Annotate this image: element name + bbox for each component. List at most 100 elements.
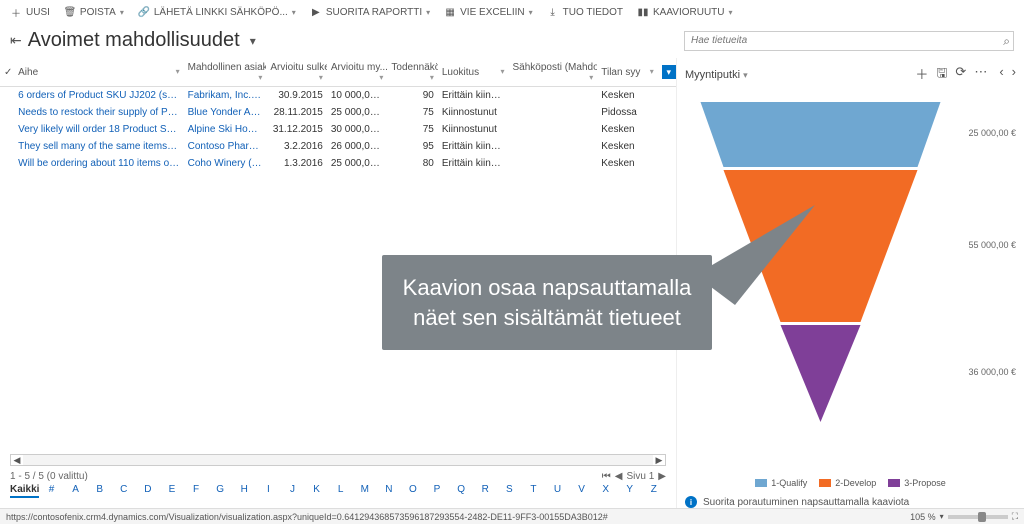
zoom-fit-icon[interactable]: ⛶ [1012,511,1018,522]
alpha-letter[interactable]: O [401,483,425,498]
next-chart-icon[interactable]: › [1012,64,1016,86]
chevron-down-icon: ▾ [120,8,124,17]
row-checkbox[interactable] [0,155,14,172]
cell-topic[interactable]: Very likely will order 18 Product SKU JJ… [14,121,184,138]
cell-topic[interactable]: They sell many of the same items that we… [14,138,184,155]
alpha-letter[interactable]: T [521,483,545,498]
alpha-letter[interactable]: B [88,483,112,498]
alpha-letter[interactable]: F [184,483,208,498]
save-chart-icon[interactable]: 🖫 [936,64,947,86]
zoom-thumb[interactable] [978,512,986,522]
chevron-down-icon[interactable]: ▾ [250,34,256,48]
add-chart-icon[interactable]: ＋ [915,64,928,86]
import-button[interactable]: ⤓ TUO TIEDOT [547,6,623,18]
table-row[interactable]: 6 orders of Product SKU JJ202 (sample)Fa… [0,87,676,105]
row-checkbox[interactable] [0,138,14,155]
legend-item-3[interactable]: 3-Propose [888,478,946,488]
cell-customer[interactable]: Fabrikam, Inc. (sample) [184,87,267,105]
alpha-all[interactable]: Kaikki [10,483,39,498]
chart-legend: 1-Qualify 2-Develop 3-Propose [685,478,1016,488]
view-title[interactable]: Avoimet mahdollisuudet [28,29,240,52]
alpha-letter[interactable]: G [208,483,232,498]
alpha-letter[interactable]: Q [449,483,473,498]
alpha-letter[interactable]: Y [618,483,642,498]
table-row[interactable]: They sell many of the same items that we… [0,138,676,155]
alpha-letter[interactable]: D [136,483,160,498]
table-row[interactable]: Needs to restock their supply of Product… [0,104,676,121]
zoom-slider[interactable] [948,515,1008,519]
table-row[interactable]: Very likely will order 18 Product SKU JJ… [0,121,676,138]
alpha-letter[interactable]: S [497,483,521,498]
chevron-down-icon: ▾ [743,70,748,80]
import-label: TUO TIEDOT [563,7,623,18]
alpha-letter[interactable]: R [473,483,497,498]
horizontal-scrollbar[interactable]: ◀ ▶ [10,454,666,466]
cell-topic[interactable]: Needs to restock their supply of Product… [14,104,184,121]
alpha-letter[interactable]: Z [642,483,666,498]
col-status[interactable]: Tilan syy▾ [597,58,658,87]
scroll-track[interactable] [23,455,653,465]
alpha-letter[interactable]: I [256,483,280,498]
legend-item-1[interactable]: 1-Qualify [755,478,807,488]
prev-page-icon[interactable]: ◀ [615,471,623,482]
row-checkbox[interactable] [0,121,14,138]
alpha-letter[interactable]: M [353,483,377,498]
col-close[interactable]: Arvioitu sulkemis...▾ [266,58,327,87]
email-link-button[interactable]: 🔗 LÄHETÄ LINKKI SÄHKÖPÖ... ▾ [138,6,296,18]
refresh-chart-icon[interactable]: ⟳ [955,64,966,86]
filter-icon[interactable]: ▾ [662,65,676,79]
alpha-letter[interactable]: L [329,483,353,498]
export-excel-button[interactable]: ▦ VIE EXCELIIN ▾ [444,6,532,18]
alpha-letter[interactable]: V [570,483,594,498]
cell-customer[interactable]: Coho Winery (sample) [184,155,267,172]
cell-topic[interactable]: Will be ordering about 110 items of all … [14,155,184,172]
search-input[interactable] [684,31,1014,51]
back-icon[interactable]: ⇤ [10,32,22,49]
scroll-left-icon[interactable]: ◀ [11,455,23,466]
alpha-letter[interactable]: A [64,483,88,498]
cell-customer[interactable]: Contoso Pharmaceuticals (... [184,138,267,155]
funnel-segment-3[interactable] [781,325,861,422]
alpha-letter[interactable]: C [112,483,136,498]
alpha-letter[interactable]: E [160,483,184,498]
row-checkbox[interactable] [0,87,14,105]
chevron-down-icon: ▾ [292,8,296,17]
table-row[interactable]: Will be ordering about 110 items of all … [0,155,676,172]
chart-selector[interactable]: Myyntiputki ▾ [685,69,748,81]
alpha-letter[interactable]: P [425,483,449,498]
cell-topic[interactable]: 6 orders of Product SKU JJ202 (sample) [14,87,184,105]
chart-pane-button[interactable]: ▮▮ KAAVIORUUTU ▾ [637,6,733,18]
alpha-letter[interactable]: K [305,483,329,498]
col-revenue[interactable]: Arvioitu my...▾ [327,58,388,87]
col-topic[interactable]: Aihe▾ [14,58,184,87]
alpha-letter[interactable]: H [232,483,256,498]
new-button[interactable]: ＋ UUSI [10,6,50,18]
col-customer[interactable]: Mahdollinen asiakas▾ [184,58,267,87]
next-page-icon[interactable]: ▶ [658,471,666,482]
search-icon[interactable]: ⌕ [1003,34,1010,49]
more-icon[interactable]: ⋯ [974,64,987,86]
delete-button[interactable]: 🗑 POISTA ▾ [64,6,124,18]
row-checkbox[interactable] [0,104,14,121]
status-url: https://contosofenix.crm4.dynamics.com/V… [6,512,608,522]
legend-item-2[interactable]: 2-Develop [819,478,876,488]
alpha-letter[interactable]: J [280,483,304,498]
cell-customer[interactable]: Alpine Ski House (sample) [184,121,267,138]
first-page-icon[interactable]: ⏮ [602,471,611,482]
chevron-down-icon[interactable]: ▾ [940,512,944,521]
run-report-button[interactable]: ▶ SUORITA RAPORTTI ▾ [310,6,430,18]
col-filter[interactable]: ▾ [658,58,676,87]
cell-customer[interactable]: Blue Yonder Airlines (samp... [184,104,267,121]
select-all-checkbox[interactable]: ✓ [0,58,14,87]
alpha-letter[interactable]: X [594,483,618,498]
col-email[interactable]: Sähköposti (Mahdollin...▾ [508,58,597,87]
alpha-letter[interactable]: # [39,483,63,498]
col-probability[interactable]: Todennäköi...▾ [387,58,437,87]
zoom-control[interactable]: 105 % ▾ ⛶ [910,511,1018,522]
scroll-right-icon[interactable]: ▶ [653,455,665,466]
alpha-letter[interactable]: N [377,483,401,498]
alpha-letter[interactable]: U [545,483,569,498]
col-rating[interactable]: Luokitus▾ [438,58,509,87]
funnel-segment-1[interactable] [701,102,941,167]
prev-chart-icon[interactable]: ‹ [999,64,1003,86]
